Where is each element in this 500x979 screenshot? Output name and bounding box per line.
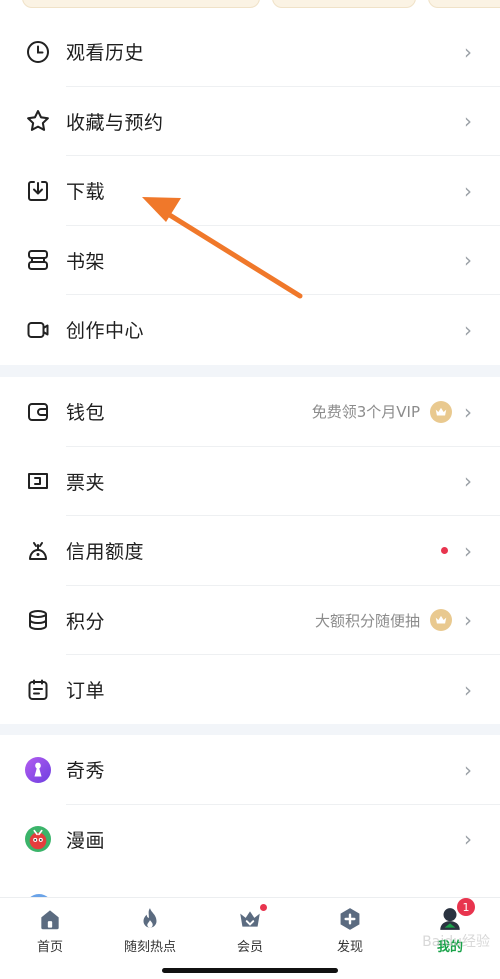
menu-item-label: 票夹 xyxy=(66,471,106,494)
chevron-right-icon: › xyxy=(464,538,472,563)
chevron-right-icon: › xyxy=(464,827,472,852)
menu-item-label: 积分 xyxy=(66,610,106,633)
chevron-right-icon: › xyxy=(464,469,472,494)
menu-item-label: 收藏与预约 xyxy=(66,111,164,134)
top-card[interactable] xyxy=(22,0,260,8)
menu-item-label: 观看历史 xyxy=(66,42,145,65)
chevron-right-icon: › xyxy=(464,317,472,342)
menu-item-label: 创作中心 xyxy=(66,320,145,343)
chevron-right-icon: › xyxy=(464,608,472,633)
credit-notification xyxy=(441,547,452,555)
flame-icon xyxy=(137,906,163,932)
order-icon xyxy=(25,677,51,703)
chevron-right-icon: › xyxy=(464,39,472,64)
video-camera-icon xyxy=(25,317,51,343)
menu-section-finance: 钱包 免费领3个月VIP › 票夹 › 信用额度 › 积分 大额积分随便抽 › … xyxy=(0,377,500,725)
menu-item-creator-center[interactable]: 创作中心 › xyxy=(0,295,500,365)
tab-label: 随刻热点 xyxy=(123,940,176,955)
clock-icon xyxy=(25,39,51,65)
top-cards-partial xyxy=(0,0,500,8)
menu-item-label: 钱包 xyxy=(66,402,106,425)
qixiu-app-icon xyxy=(25,756,51,783)
menu-item-comic[interactable]: 漫画 › xyxy=(0,805,500,875)
tab-label: 发现 xyxy=(336,940,363,955)
menu-item-orders[interactable]: 订单 › xyxy=(0,655,500,725)
vip-crown-icon xyxy=(237,904,267,932)
promo-text: 大额积分随便抽 xyxy=(314,611,420,630)
tab-vip[interactable]: 会员 xyxy=(210,904,290,955)
wallet-icon xyxy=(25,399,51,425)
menu-item-credit[interactable]: 信用额度 › xyxy=(0,516,500,586)
discover-icon xyxy=(337,906,363,932)
tab-label: 会员 xyxy=(236,940,263,955)
menu-item-label: 书架 xyxy=(66,250,106,273)
menu-item-bookshelf[interactable]: 书架 › xyxy=(0,226,500,295)
notification-badge: 1 xyxy=(457,898,475,916)
menu-item-label: 信用额度 xyxy=(66,541,145,564)
wallet-promo: 免费领3个月VIP xyxy=(311,400,452,423)
coins-icon xyxy=(25,607,51,633)
home-icon xyxy=(37,906,63,932)
menu-item-history[interactable]: 观看历史 › xyxy=(0,17,500,87)
download-icon xyxy=(25,178,51,204)
menu-section-personal: 观看历史 › 收藏与预约 › 下载 › 书架 › 创作中心 › xyxy=(0,17,500,365)
menu-item-label: 奇秀 xyxy=(66,760,106,783)
menu-item-favorites[interactable]: 收藏与预约 › xyxy=(0,87,500,156)
top-card[interactable] xyxy=(428,0,500,8)
crown-icon xyxy=(430,400,452,423)
chevron-right-icon: › xyxy=(464,757,472,782)
crown-icon xyxy=(430,609,452,632)
watermark: Baidu经验 xyxy=(422,934,490,950)
menu-item-ticket[interactable]: 票夹 › xyxy=(0,447,500,516)
chevron-right-icon: › xyxy=(464,248,472,273)
ticket-icon xyxy=(25,468,51,494)
star-icon xyxy=(25,108,51,134)
tab-home[interactable]: 首页 xyxy=(10,906,90,955)
chevron-right-icon: › xyxy=(464,178,472,203)
chevron-right-icon: › xyxy=(464,399,472,424)
red-dot-icon xyxy=(441,547,448,555)
menu-item-label: 下载 xyxy=(66,181,106,204)
chevron-right-icon: › xyxy=(464,109,472,134)
chevron-right-icon: › xyxy=(464,677,472,702)
menu-item-points[interactable]: 积分 大额积分随便抽 › xyxy=(0,586,500,655)
menu-item-download[interactable]: 下载 › xyxy=(0,156,500,226)
promo-text: 免费领3个月VIP xyxy=(311,403,420,422)
top-card[interactable] xyxy=(272,0,416,8)
tab-label: 首页 xyxy=(36,940,63,955)
menu-section-apps: 奇秀 › 漫画 › xyxy=(0,735,500,874)
notification-dot xyxy=(260,904,267,911)
points-promo: 大额积分随便抽 xyxy=(314,609,452,632)
profile-icon: 1 xyxy=(437,898,475,932)
comic-app-icon xyxy=(25,826,51,853)
tab-hot[interactable]: 随刻热点 xyxy=(110,906,190,955)
tab-discover[interactable]: 发现 xyxy=(310,906,390,955)
section-divider xyxy=(0,365,500,377)
menu-item-label: 漫画 xyxy=(66,829,106,852)
home-indicator xyxy=(162,968,338,973)
credit-icon xyxy=(25,538,51,564)
bookshelf-icon xyxy=(25,247,51,273)
menu-item-label: 订单 xyxy=(66,680,106,703)
menu-item-wallet[interactable]: 钱包 免费领3个月VIP › xyxy=(0,377,500,447)
menu-item-qixiu[interactable]: 奇秀 › xyxy=(0,735,500,805)
